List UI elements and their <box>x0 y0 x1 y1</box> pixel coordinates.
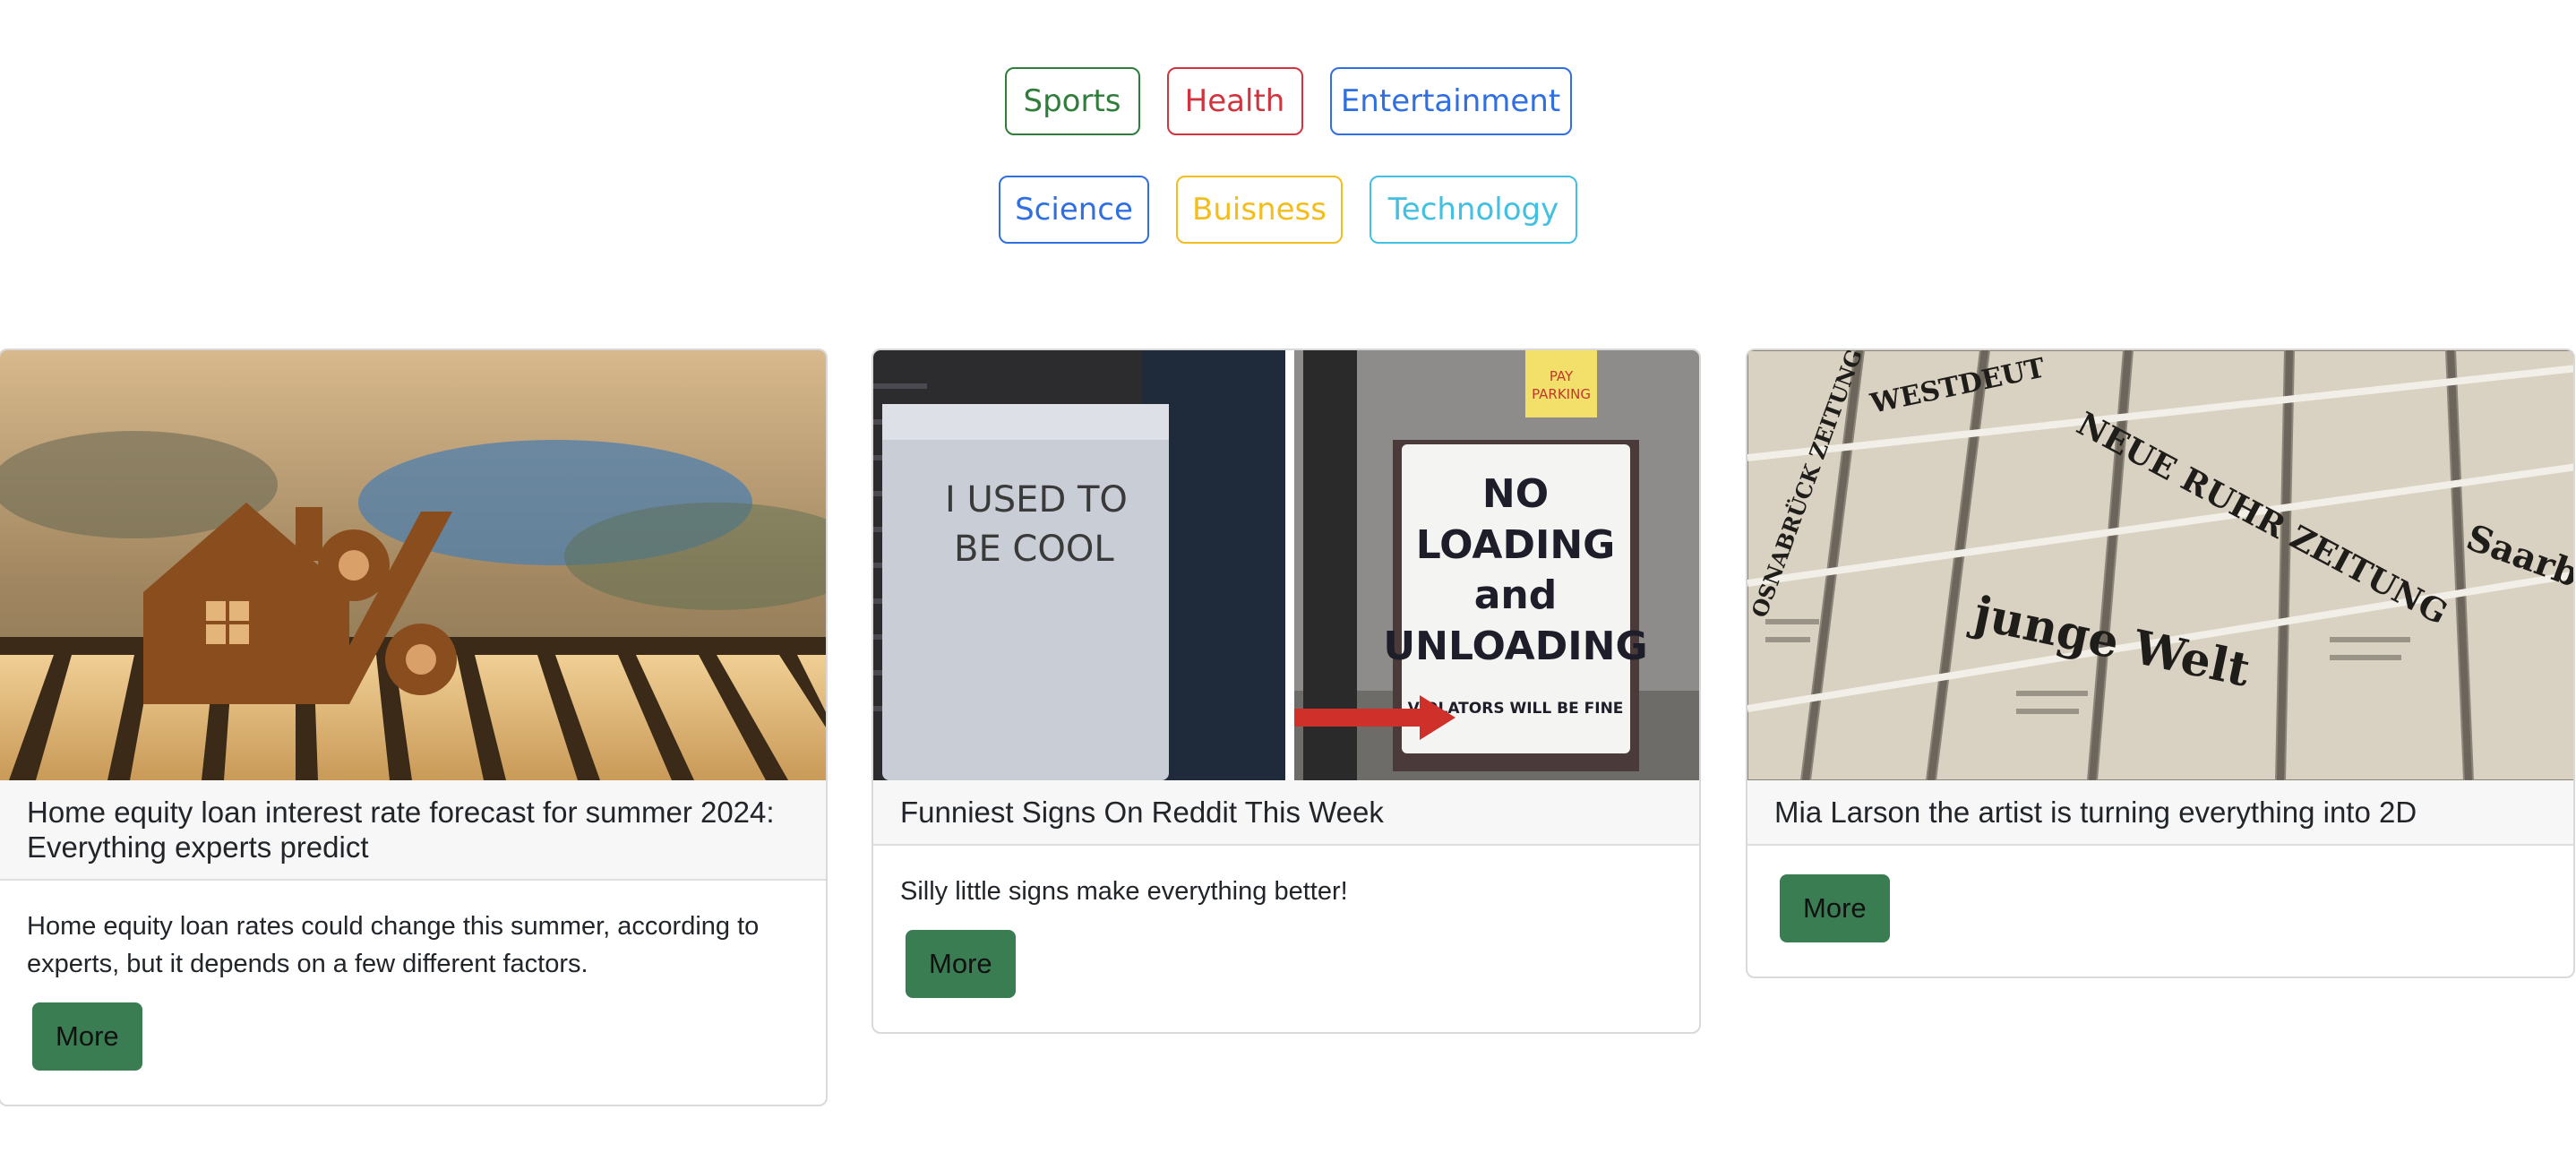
card-title: Home equity loan interest rate forecast … <box>0 780 826 881</box>
funny-signs-photo: I USED TO BE COOL PAY PARKING NO LOADING… <box>873 350 1699 780</box>
card-body: More <box>1747 846 2573 976</box>
sign-text: NO <box>1482 471 1549 517</box>
more-button[interactable]: More <box>906 930 1016 998</box>
category-technology-button[interactable]: Technology <box>1370 176 1577 244</box>
card-description: Silly little signs make everything bette… <box>900 877 1348 906</box>
sign-text: BE COOL <box>954 529 1114 570</box>
sign-text: UNLOADING <box>1383 624 1647 669</box>
card-title: Mia Larson the artist is turning everyth… <box>1747 780 2573 846</box>
sign-text: and <box>1474 572 1558 618</box>
category-row-1: Sports Health Entertainment <box>0 67 2576 135</box>
newspapers-photo: WESTDEUT NEUE RUHR ZEITUNG junge Welt OS… <box>1747 350 2573 780</box>
sign-text: I USED TO <box>945 479 1128 520</box>
news-card: I USED TO BE COOL PAY PARKING NO LOADING… <box>872 348 1701 1034</box>
sign-text: PARKING <box>1532 386 1591 402</box>
card-description: Home equity loan rates could change this… <box>27 912 760 978</box>
more-button[interactable]: More <box>32 1002 142 1071</box>
card-title: Funniest Signs On Reddit This Week <box>873 780 1699 846</box>
category-business-button[interactable]: Buisness <box>1176 176 1343 244</box>
sign-text: PAY <box>1550 368 1574 384</box>
card-body: Home equity loan rates could change this… <box>0 881 826 1105</box>
sign-text: LOADING <box>1416 522 1616 568</box>
card-body: Silly little signs make everything bette… <box>873 846 1699 1032</box>
house-percent-photo <box>0 350 826 780</box>
category-health-button[interactable]: Health <box>1166 67 1303 135</box>
category-science-button[interactable]: Science <box>999 176 1149 244</box>
category-sports-button[interactable]: Sports <box>1004 67 1140 135</box>
category-entertainment-button[interactable]: Entertainment <box>1329 67 1572 135</box>
news-card: WESTDEUT NEUE RUHR ZEITUNG junge Welt OS… <box>1746 348 2575 978</box>
category-row-2: Science Buisness Technology <box>0 176 2576 244</box>
more-button[interactable]: More <box>1780 874 1890 942</box>
news-card: Home equity loan interest rate forecast … <box>0 348 828 1106</box>
